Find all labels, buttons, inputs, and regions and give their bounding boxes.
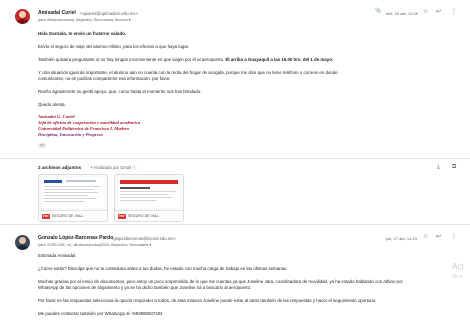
more-options-icon[interactable]: ⋮ [451,234,457,240]
email-message-2: Gonzalo López-Barcenas Pardo <glopezbarc… [0,226,470,321]
attachment-clip-icon: 📎 [375,8,382,14]
email-date: mié, 26 abr, 12:09 [386,11,419,16]
attachments-scan-note: • Analizado por Gmail ⓘ [91,165,137,171]
more-options-icon[interactable]: ⋮ [451,9,457,15]
email-paragraph-line: Y otra situación igual de importante, el… [38,70,338,75]
sender-name[interactable]: Amisadai Curiel [38,10,76,16]
message-divider [0,224,470,225]
attachments-heading: 2 archivos adjuntos [38,165,82,170]
email-paragraph-line: Muchas gracias por el envío de documento… [38,279,403,284]
star-icon[interactable]: ☆ [423,234,428,240]
arrival-info: Él arriba a Guayaquil a las 16.00 hrs. d… [225,57,334,62]
email-message-1: Amisadai Curiel <ajuares@uptmadero.edu.m… [0,0,470,160]
attachment-card[interactable]: PDF SEGURO DE VIAJ... [38,174,108,222]
email-paragraph-line: comunicarse, no sé podrías compartirme e… [38,76,171,81]
email-greeting: Estimada Amisadai: [38,253,77,258]
show-trimmed-content-button[interactable]: ••• [38,143,46,148]
star-icon[interactable]: ☆ [423,9,428,15]
recipients-line[interactable]: para difusionesunivaj, Alejandra, Secund… [38,17,131,22]
sender-avatar[interactable] [15,235,30,250]
sender-email: <ajuares@uptmadero.edu.mx> [80,10,138,16]
reply-icon[interactable]: ↩ [436,234,441,240]
sender-email: <glopezbarcenas@tecnal.edu.mx> [111,235,176,241]
signature-tagline: Disciplina, Innovación y Progreso [38,132,103,137]
email-paragraph: ¿Cómo estás? Disculpa que no te contesta… [38,266,288,271]
attachments-section: 2 archivos adjuntos • Analizado por Gmai… [0,160,470,222]
attachment-thumbnail [118,178,180,208]
download-all-icon[interactable]: ⤓ [437,164,440,170]
attachment-filename: SEGURO DE VIAJ... [52,214,86,218]
email-date: jue, 27 abr, 14:19 [386,236,417,241]
attachment-label-bar: PDF SEGURO DE VIAJ... [39,210,107,221]
activation-watermark-line1: Act [452,262,464,271]
email-paragraph-line: WhatsApp de las opciones de alojamiento … [38,285,252,290]
attachments-divider [0,158,470,159]
email-paragraph: Me puedes contactar también por WhatsApp… [38,311,163,316]
recipients-line[interactable]: para JOSELINE, mí, difusionesunivaj2024,… [38,242,151,247]
email-paragraph: Por favor en las respuestas selecciona l… [38,298,377,303]
sender-name[interactable]: Gonzalo López-Barcenas Pardo [38,235,113,241]
add-to-drive-icon[interactable]: ⧉ [452,164,456,170]
attachment-thumbnail [42,178,104,208]
pdf-icon: PDF [42,213,50,219]
signature-organization: Universidad Politécnica de Francisco I. … [38,126,130,131]
email-paragraph: Rueño agradecerte su gentil apoyo, que, … [38,89,202,94]
signature-title: Jefa de oficina de cooperación y movilid… [38,120,141,125]
signature-name: Amisadai G. Curiel [38,114,75,119]
attachment-filename: SEGURO DE VIAJ... [128,214,162,218]
email-paragraph: También quisiera preguntarte si no hay n… [38,57,333,62]
pdf-icon: PDF [118,213,126,219]
email-closing: Quedo atenta. [38,102,66,107]
email-paragraph-text: También quisiera preguntarte si no hay n… [38,57,226,62]
sender-avatar[interactable] [15,9,30,24]
reply-icon[interactable]: ↩ [436,9,441,15]
attachment-card[interactable]: PDF SEGURO DE VIAJ... [114,174,184,222]
email-paragraph: Envío el seguro de viaje del alumno Albi… [38,44,190,49]
attachment-label-bar: PDF SEGURO DE VIAJ... [115,210,183,221]
email-greeting: Hola Gonzalo, te envío un fraterno salud… [38,31,127,36]
activation-watermark-line2: Ve a [452,274,463,280]
